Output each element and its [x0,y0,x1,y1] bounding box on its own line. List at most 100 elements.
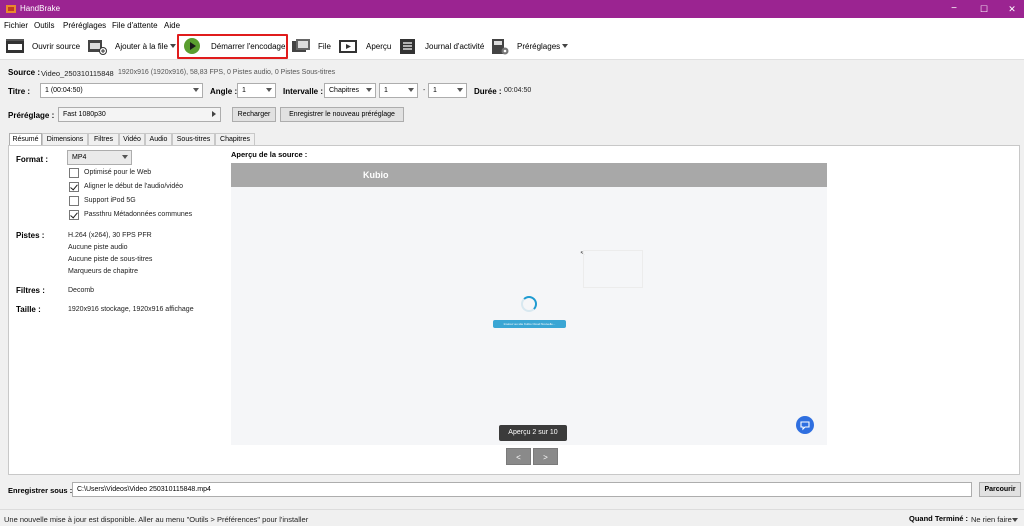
handbrake-logo-icon [6,5,16,13]
range-end-select[interactable]: 1 [428,83,467,98]
filters-label: Filtres : [16,286,45,295]
title-select-value: 1 (00:04:50) [45,87,83,94]
window-title: HandBrake [20,4,61,13]
menu-bar: Fichier Outils Préréglages File d'attent… [0,18,1024,33]
align-av-label: Aligner le début de l'audio/vidéo [84,183,184,190]
ipod-support-checkbox[interactable] [69,196,79,206]
angle-label: Angle : [210,87,238,96]
range-start-value: 1 [384,87,388,94]
duration-value: 00:04:50 [504,87,532,94]
angle-select-value: 1 [242,87,246,94]
track-item: Aucune piste de sous-titres [68,256,153,263]
chevron-down-icon [122,155,128,159]
title-bar: HandBrake − ☐ ✕ [0,0,1024,18]
status-bar: Une nouvelle mise à jour est disponible.… [0,509,1024,526]
tab-filters[interactable]: Filtres [88,133,119,145]
chevron-right-icon [212,111,216,117]
preview-header-bar: Kubio [231,163,827,187]
save-path-input[interactable]: C:\Users\Videos\Video 250310115848.mp4 [72,482,972,497]
title-label: Titre : [8,87,31,96]
preview-prev-button[interactable]: < [506,448,531,465]
menu-help[interactable]: Aide [164,21,180,30]
source-label: Source : [8,68,41,77]
preview-icon[interactable] [338,38,358,55]
preview-faint-box [583,250,643,288]
main-content: Source : Video_250310115848 1920x916 (19… [0,61,1024,526]
update-message: Une nouvelle mise à jour est disponible.… [4,515,309,524]
metadata-passthru-checkbox[interactable] [69,210,79,220]
menu-tools[interactable]: Outils [34,21,54,30]
save-new-preset-button[interactable]: Enregistrer le nouveau préréglage [280,107,404,122]
angle-select[interactable]: 1 [237,83,276,98]
range-dash: - [423,87,426,94]
when-done-select[interactable]: Ne rien faire [971,515,1012,524]
play-icon[interactable] [183,37,201,55]
browse-button[interactable]: Parcourir [979,482,1021,497]
chevron-down-icon[interactable] [1012,518,1018,522]
ipod-support-label: Support iPod 5G [84,197,136,204]
range-type-value: Chapitres [329,87,359,94]
preview-counter-badge: Aperçu 2 sur 10 [499,425,567,441]
minimize-button[interactable]: − [940,0,968,18]
range-end-value: 1 [433,87,437,94]
track-item: Aucune piste audio [68,244,128,251]
filters-value: Decomb [68,287,95,294]
align-av-checkbox[interactable] [69,182,79,192]
menu-presets[interactable]: Préréglages [63,21,106,30]
presets-icon[interactable] [490,38,510,55]
chevron-down-icon [193,88,199,92]
loading-spinner-icon [521,296,537,312]
track-item: H.264 (x264), 30 FPS PFR [68,232,152,239]
preset-select-value: Fast 1080p30 [63,111,106,118]
chevron-down-icon[interactable] [169,42,177,50]
chevron-down-icon [266,88,272,92]
range-start-select[interactable]: 1 [379,83,418,98]
preview-label: Aperçu de la source : [231,150,308,159]
preset-select[interactable]: Fast 1080p30 [58,107,221,122]
source-name: Video_250310115848 [41,69,114,78]
when-done-label: Quand Terminé : [909,514,969,523]
save-as-label: Enregistrer sous : [8,486,73,495]
activity-log-button[interactable]: Journal d'activité [425,42,484,51]
kubio-logo: Kubio [363,170,389,180]
duration-label: Durée : [474,87,502,96]
metadata-passthru-label: Passthru Métadonnées communes [84,211,193,218]
tab-video[interactable]: Vidéo [119,133,145,145]
tracks-label: Pistes : [16,231,45,240]
source-info: 1920x916 (1920x916), 58,83 FPS, 0 Pistes… [118,69,336,76]
chevron-down-icon [457,88,463,92]
preview-image: Kubio ↖ Insérez au site Kubio Cloud Nouv… [231,163,827,445]
maximize-button[interactable]: ☐ [970,0,998,18]
activity-log-icon[interactable] [398,38,418,55]
range-label: Intervalle : [283,87,324,96]
add-to-queue-icon[interactable] [87,38,107,55]
queue-button[interactable]: File [318,42,331,51]
chevron-down-icon [408,88,414,92]
add-to-queue-button[interactable]: Ajouter à la file [115,42,168,51]
reload-button[interactable]: Recharger [232,107,276,122]
film-clapper-icon[interactable] [5,38,25,55]
preview-kubio-button: Insérez au site Kubio Cloud Nouvelle... [493,320,566,328]
chat-glyph-icon [800,421,810,431]
preview-button[interactable]: Aperçu [366,42,391,51]
chevron-down-icon[interactable] [561,42,569,50]
toolbar: Ouvrir source Ajouter à la file Démarrer… [0,33,1024,60]
format-select[interactable]: MP4 [67,150,132,165]
preview-next-button[interactable]: > [533,448,558,465]
tab-chapters[interactable]: Chapitres [215,133,255,145]
web-optimized-checkbox[interactable] [69,168,79,178]
close-button[interactable]: ✕ [998,0,1024,18]
range-type-select[interactable]: Chapitres [324,83,376,98]
queue-icon[interactable] [291,38,311,55]
open-source-button[interactable]: Ouvrir source [32,42,80,51]
start-encode-button[interactable]: Démarrer l'encodage [211,42,285,51]
presets-button[interactable]: Préréglages [517,42,560,51]
tab-subtitles[interactable]: Sous-titres [172,133,215,145]
menu-queue[interactable]: File d'attente [112,21,158,30]
preset-label: Préréglage : [8,111,55,120]
menu-file[interactable]: Fichier [4,21,28,30]
chat-bubble-icon [796,416,814,434]
tab-dimensions[interactable]: Dimensions [42,133,88,145]
tab-audio[interactable]: Audio [145,133,172,145]
title-select[interactable]: 1 (00:04:50) [40,83,203,98]
